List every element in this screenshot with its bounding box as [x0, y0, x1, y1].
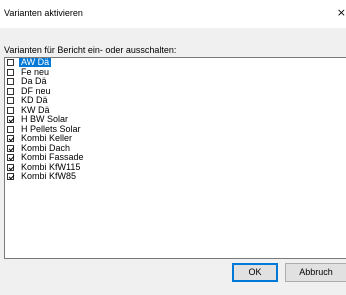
- checkbox-unchecked[interactable]: [7, 125, 14, 133]
- checkbox-checked[interactable]: [7, 135, 14, 142]
- list-item[interactable]: AW Dä: [5, 58, 346, 68]
- list-item-label: Kombi KfW85: [21, 171, 77, 181]
- list-item[interactable]: KD Dä: [5, 95, 346, 106]
- list-item[interactable]: Kombi KfW85: [5, 171, 346, 182]
- list-item-label: H Pellets Solar: [21, 123, 81, 134]
- checkbox-unchecked[interactable]: [7, 78, 14, 85]
- list-item-label: Kombi KfW115: [21, 161, 81, 172]
- list-item-label: Kombi Keller: [21, 133, 73, 143]
- list-item[interactable]: DF neu: [5, 85, 346, 97]
- list-item-label: Kombi Fassade: [21, 152, 84, 162]
- list-item-label: Fe neu: [21, 66, 50, 77]
- prompt-label: Varianten für Bericht ein- oder ausschal…: [4, 45, 177, 55]
- window-title: Varianten aktivieren: [4, 8, 83, 18]
- ok-button[interactable]: OK: [232, 263, 278, 282]
- list-item-label: H BW Solar: [21, 114, 69, 124]
- checkbox-unchecked[interactable]: [7, 59, 14, 66]
- checkbox-checked[interactable]: [7, 144, 14, 152]
- title-bar: Varianten aktivieren ×: [0, 0, 346, 28]
- checkbox-unchecked[interactable]: [7, 68, 14, 76]
- list-item-label: Da Dä: [21, 76, 47, 86]
- list-item-label: KD Dä: [21, 95, 48, 105]
- list-item[interactable]: Da Dä: [5, 76, 346, 87]
- list-item-label: AW Dä: [19, 57, 52, 67]
- checkbox-unchecked[interactable]: [7, 97, 14, 104]
- checkbox-checked[interactable]: [7, 154, 14, 161]
- checkbox-checked[interactable]: [7, 163, 14, 171]
- checkbox-checked[interactable]: [7, 116, 14, 123]
- checkbox-unchecked[interactable]: [7, 106, 14, 114]
- checkbox-unchecked[interactable]: [7, 87, 14, 95]
- close-icon[interactable]: ×: [334, 6, 346, 20]
- variant-checklist[interactable]: AW Dä Fe neu Da Dä DF neu KD Dä KW Dä H BW Sol…: [4, 57, 346, 259]
- cancel-button[interactable]: Abbruch: [285, 263, 346, 282]
- list-item-label: KW Dä: [21, 104, 50, 115]
- list-item-label: Kombi Dach: [21, 142, 71, 153]
- checkbox-checked[interactable]: [7, 173, 14, 180]
- list-item[interactable]: Fe neu: [5, 66, 346, 78]
- list-item-label: DF neu: [21, 85, 51, 96]
